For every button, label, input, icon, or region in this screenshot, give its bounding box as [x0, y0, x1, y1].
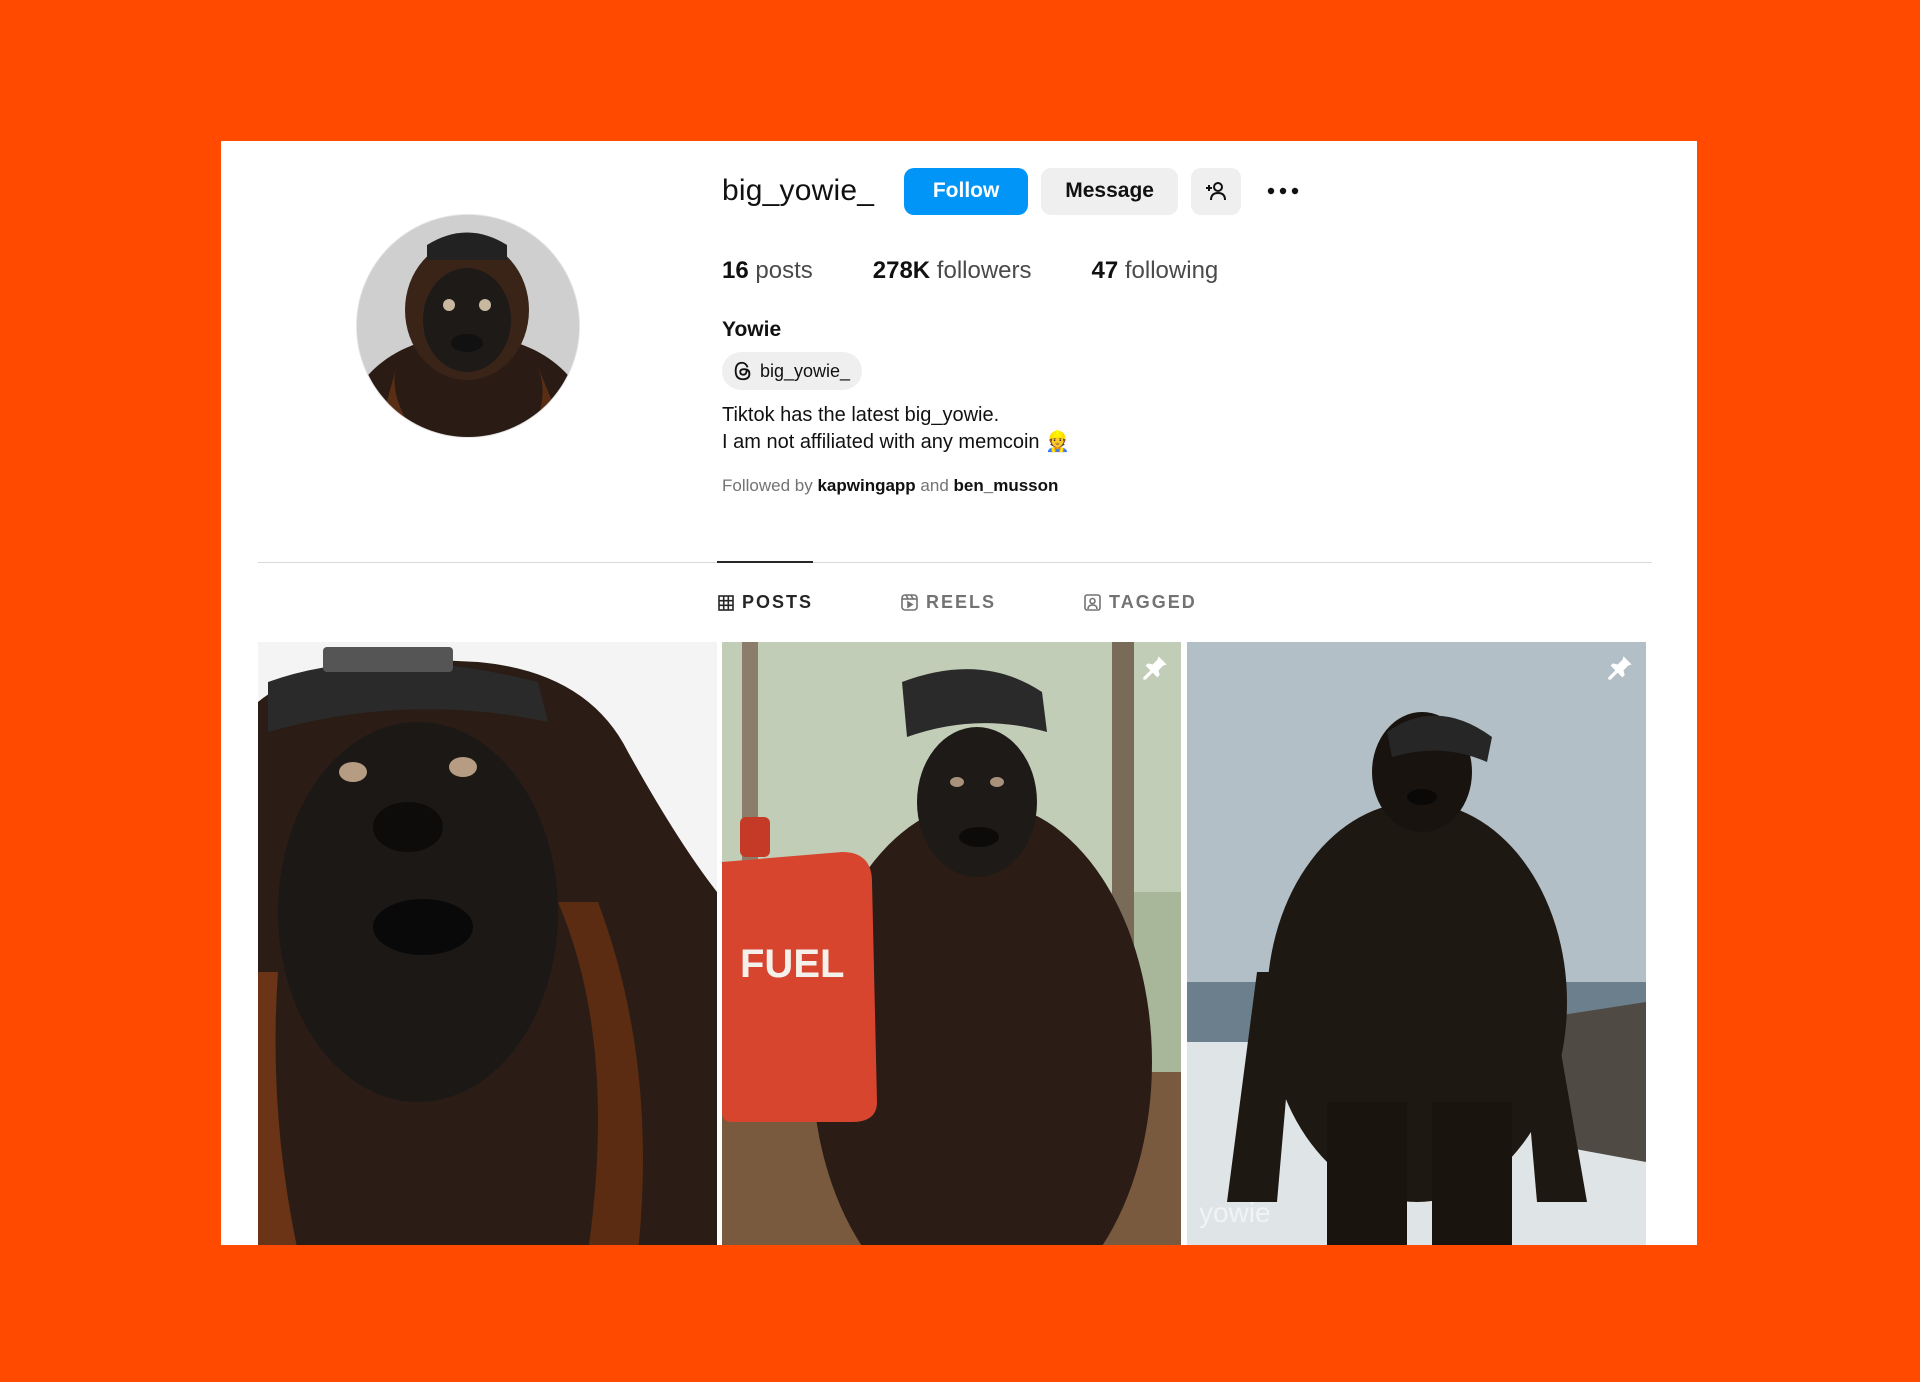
post-thumbnail[interactable]: yowie: [1187, 642, 1646, 1245]
tagged-icon: [1084, 594, 1101, 611]
threads-handle: big_yowie_: [760, 360, 851, 381]
followed-by-user-1[interactable]: kapwingapp: [817, 476, 915, 495]
followers-stat[interactable]: 278K followers: [873, 257, 1032, 285]
pin-icon: [1608, 656, 1632, 680]
tab-reels[interactable]: REELS: [901, 592, 996, 613]
tab-posts[interactable]: POSTS: [718, 592, 813, 613]
following-label: following: [1124, 257, 1219, 284]
more-options-button[interactable]: [1258, 168, 1308, 215]
bio: Tiktok has the latest big_yowie. I am no…: [722, 402, 1070, 456]
post-thumbnail[interactable]: [258, 642, 717, 1245]
followed-by[interactable]: Followed by kapwingapp and ben_musson: [722, 476, 1058, 496]
followed-by-and: and: [920, 476, 949, 495]
reels-icon: [901, 594, 918, 611]
following-stat[interactable]: 47 following: [1092, 257, 1219, 285]
message-button[interactable]: Message: [1041, 167, 1179, 215]
follow-button[interactable]: Follow: [904, 167, 1029, 215]
profile-panel: big_yowie_ Follow Message 16 posts 278K …: [221, 141, 1697, 1245]
post-thumbnail[interactable]: FUEL: [722, 642, 1181, 1245]
posts-label: posts: [755, 257, 813, 284]
post-watermark-text: yowie: [1199, 1197, 1271, 1228]
posts-stat: 16 posts: [722, 257, 813, 285]
profile-header-row: big_yowie_ Follow Message: [722, 167, 1321, 215]
followers-count: 278K: [872, 257, 931, 284]
tab-reels-label: REELS: [926, 592, 997, 612]
threads-icon: [734, 361, 751, 381]
bio-line-2: I am not affiliated with any memcoin 👷: [722, 431, 1071, 453]
tab-posts-label: POSTS: [742, 592, 814, 612]
suggested-users-button[interactable]: [1191, 167, 1242, 215]
username: big_yowie_: [722, 174, 875, 207]
profile-avatar[interactable]: [356, 214, 580, 438]
more-horizontal-icon: [1267, 187, 1299, 195]
add-person-icon: [1206, 182, 1227, 201]
tab-tagged[interactable]: TAGGED: [1084, 592, 1197, 613]
bio-line-1: Tiktok has the latest big_yowie.: [722, 404, 1000, 426]
post-image: [258, 642, 717, 1245]
post-overlay-text: FUEL: [740, 942, 845, 986]
followers-label: followers: [936, 257, 1032, 284]
followed-by-prefix: Followed by: [722, 476, 813, 495]
grid-icon: [718, 594, 734, 611]
profile-stats: 16 posts 278K followers 47 following: [722, 257, 1278, 285]
profile-tabs: POSTS REELS TAGGED: [718, 592, 1285, 613]
tab-tagged-label: TAGGED: [1109, 592, 1197, 612]
full-name: Yowie: [722, 318, 782, 341]
active-tab-indicator: [717, 561, 813, 563]
pin-icon: [1143, 656, 1167, 680]
following-count: 47: [1091, 257, 1119, 284]
threads-link[interactable]: big_yowie_: [722, 352, 863, 390]
posts-count: 16: [722, 257, 749, 284]
post-image: [1187, 642, 1646, 1245]
followed-by-user-2[interactable]: ben_musson: [954, 476, 1059, 495]
tabs-divider: [258, 562, 1652, 563]
